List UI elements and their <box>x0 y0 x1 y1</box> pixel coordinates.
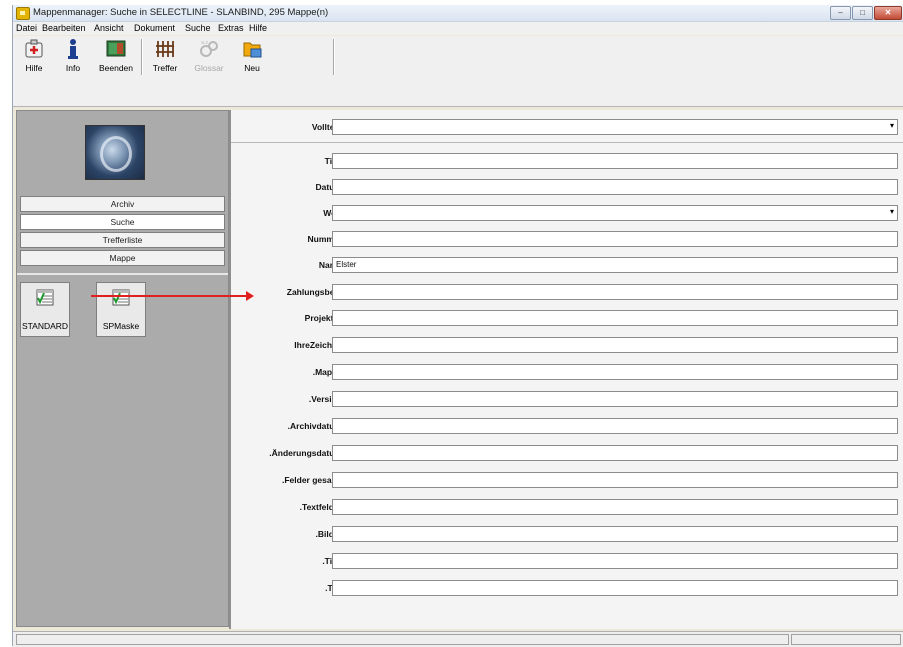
minimize-icon: – <box>838 8 843 17</box>
mask-standard-tile[interactable]: STANDARD <box>20 282 70 337</box>
wert-combobox[interactable] <box>332 205 898 221</box>
field-row-ihrezeichen: IhreZeichen <box>231 335 903 355</box>
exit-label: Beenden <box>98 63 134 73</box>
field-row-typ: .Typ <box>231 578 903 598</box>
version-input[interactable] <box>332 391 898 407</box>
field-row-name: Name Elster <box>231 255 903 275</box>
menu-bar: Datei Bearbeiten Ansicht Dokument Suche … <box>13 22 903 35</box>
hits-label: Treffer <box>152 63 178 73</box>
volltext-combobox[interactable] <box>332 119 898 135</box>
app-window: Mappenmanager: Suche in SELECTLINE - SLA… <box>12 5 903 647</box>
close-icon: ✕ <box>884 8 892 17</box>
dropdown-arrow-icon[interactable]: ▾ <box>886 120 898 132</box>
datum-input[interactable] <box>332 179 898 195</box>
glossary-label: Glossar <box>194 63 224 73</box>
menu-ansicht[interactable]: Ansicht <box>94 23 124 33</box>
field-row-volltext: Volltext ▾ <box>231 117 903 137</box>
textfelder-input[interactable] <box>332 499 898 515</box>
aenderungsdatum-input[interactable] <box>332 445 898 461</box>
field-row-titel: Titel <box>231 151 903 171</box>
field-row-mappe: .Mappe <box>231 362 903 382</box>
titel-input[interactable] <box>332 153 898 169</box>
titel-system-input[interactable] <box>332 553 898 569</box>
minimize-button[interactable]: – <box>830 6 851 20</box>
maximize-icon: □ <box>860 8 865 17</box>
felder-gesamt-input[interactable] <box>332 472 898 488</box>
mask-form-icon <box>36 289 54 306</box>
archivdatum-input[interactable] <box>332 418 898 434</box>
help-button[interactable]: Hilfe <box>19 38 49 74</box>
toolbar-separator <box>141 39 143 75</box>
new-folder-icon <box>243 42 262 58</box>
field-row-zahlungsbed: Zahlungsbed. <box>231 282 903 302</box>
info-button[interactable]: Info <box>59 38 87 74</box>
mask-spmaske-label: SPMaske <box>102 321 140 331</box>
status-pane-main <box>16 634 789 645</box>
field-row-version: .Version <box>231 389 903 409</box>
field-row-titel-system: .Titel <box>231 551 903 571</box>
info-icon <box>68 39 78 59</box>
panel-divider <box>17 273 228 275</box>
nav-mappe-button[interactable]: Mappe <box>20 250 225 266</box>
mappe-input[interactable] <box>332 364 898 380</box>
hits-button[interactable]: Treffer <box>148 38 182 74</box>
field-row-bilder: .Bilder <box>231 524 903 544</box>
mask-spmaske-tile[interactable]: SPMaske <box>96 282 146 337</box>
window-title: Mappenmanager: Suche in SELECTLINE - SLA… <box>33 7 329 18</box>
field-row-felder-gesamt: .Felder gesamt <box>231 470 903 490</box>
nummer-input[interactable] <box>332 231 898 247</box>
bilder-input[interactable] <box>332 526 898 542</box>
ihrezeichen-input[interactable] <box>332 337 898 353</box>
form-divider <box>231 142 903 143</box>
dropdown-arrow-icon[interactable]: ▾ <box>886 206 898 218</box>
field-row-wert: Wert ▾ <box>231 203 903 223</box>
annotation-arrow-head <box>246 291 254 301</box>
close-button[interactable]: ✕ <box>874 6 902 20</box>
field-row-aenderungsdatum: .Änderungsdatum <box>231 443 903 463</box>
menu-datei[interactable]: Datei <box>16 23 37 33</box>
mask-form-icon <box>112 289 130 306</box>
nav-suche-button[interactable]: Suche <box>20 214 225 230</box>
title-bar: Mappenmanager: Suche in SELECTLINE - SLA… <box>13 5 903 22</box>
menu-suche[interactable]: Suche <box>185 23 211 33</box>
name-input[interactable]: Elster <box>332 257 898 273</box>
maximize-button[interactable]: □ <box>852 6 873 20</box>
glossary-icon: a,c <box>200 40 218 57</box>
typ-input[interactable] <box>332 580 898 596</box>
help-icon <box>25 39 43 58</box>
left-navigation-panel: Archiv Suche Trefferliste Mappe STANDARD… <box>16 110 229 627</box>
field-row-textfelder: .Textfelder <box>231 497 903 517</box>
help-label: Hilfe <box>25 63 43 73</box>
nav-trefferliste-button[interactable]: Trefferliste <box>20 232 225 248</box>
window-controls: – □ ✕ <box>829 6 902 20</box>
toolbar: Hilfe Info Beenden Treffer a,c Glossar N… <box>13 36 903 107</box>
app-folder-icon <box>16 7 30 20</box>
status-bar <box>13 631 903 647</box>
menu-extras[interactable]: Extras <box>218 23 244 33</box>
nav-archiv-button[interactable]: Archiv <box>20 196 225 212</box>
exit-icon <box>106 40 126 57</box>
menu-hilfe[interactable]: Hilfe <box>249 23 267 33</box>
field-row-projektnr: Projektnr <box>231 308 903 328</box>
glossary-button[interactable]: a,c Glossar <box>189 38 229 74</box>
field-row-datum: Datum <box>231 177 903 197</box>
field-row-nummer: Nummer <box>231 229 903 249</box>
archive-logo-image <box>85 125 145 180</box>
exit-button[interactable]: Beenden <box>95 38 137 74</box>
zahlungsbed-input[interactable] <box>332 284 898 300</box>
menu-bearbeiten[interactable]: Bearbeiten <box>42 23 86 33</box>
search-form-panel: Volltext ▾ Titel Datum Wert ▾ Nummer Nam… <box>229 110 903 629</box>
new-label: Neu <box>244 63 260 73</box>
hits-icon <box>156 41 174 57</box>
info-label: Info <box>65 63 81 73</box>
status-pane-right <box>791 634 901 645</box>
annotation-arrow-line <box>91 295 248 297</box>
projektnr-input[interactable] <box>332 310 898 326</box>
new-button[interactable]: Neu <box>235 38 269 74</box>
svg-text:a,c: a,c <box>201 40 209 46</box>
mask-standard-label: STANDARD <box>21 321 69 331</box>
toolbar-separator <box>333 39 335 75</box>
menu-dokument[interactable]: Dokument <box>134 23 175 33</box>
field-row-archivdatum: .Archivdatum <box>231 416 903 436</box>
